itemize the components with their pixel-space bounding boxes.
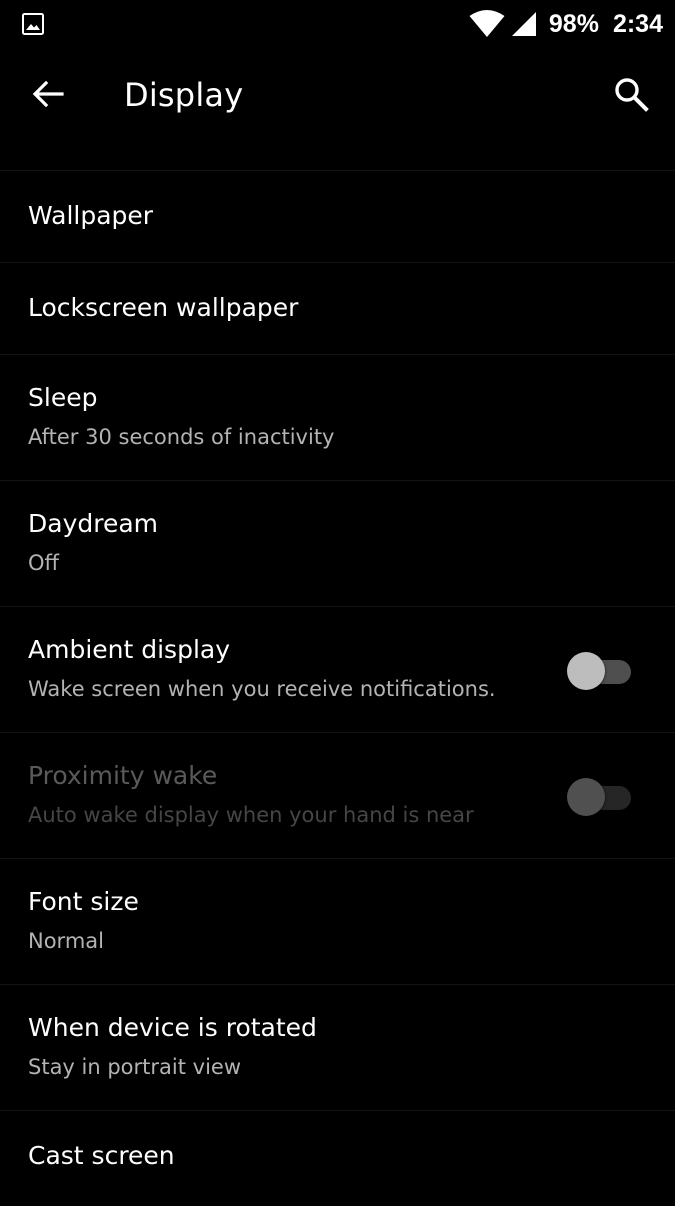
settings-list: Wallpaper Lockscreen wallpaper Sleep Aft…	[0, 170, 675, 1206]
setting-proximity-wake: Proximity wake Auto wake display when yo…	[0, 732, 675, 858]
setting-title: When device is rotated	[28, 1013, 317, 1042]
image-icon	[22, 13, 44, 35]
setting-title: Lockscreen wallpaper	[28, 293, 299, 322]
setting-summary: Normal	[28, 929, 104, 953]
setting-summary: After 30 seconds of inactivity	[28, 425, 335, 449]
setting-device-rotation[interactable]: When device is rotated Stay in portrait …	[0, 984, 675, 1110]
setting-summary: Stay in portrait view	[28, 1055, 242, 1079]
setting-summary: Wake screen when you receive notificatio…	[28, 677, 496, 701]
setting-title: Cast screen	[28, 1141, 175, 1170]
setting-title: Wallpaper	[28, 201, 154, 230]
battery-percentage: 98%	[548, 9, 599, 38]
arrow-back-icon	[32, 78, 64, 114]
setting-wallpaper[interactable]: Wallpaper	[0, 170, 675, 262]
app-bar: Display	[0, 48, 675, 144]
clock-time: 2:34	[612, 9, 663, 38]
setting-title: Ambient display	[28, 635, 231, 664]
setting-font-size[interactable]: Font size Normal	[0, 858, 675, 984]
setting-daydream[interactable]: Daydream Off	[0, 480, 675, 606]
toggle-thumb	[567, 777, 605, 816]
setting-title: Sleep	[28, 383, 98, 412]
back-button[interactable]	[20, 68, 76, 124]
toggle-thumb	[567, 651, 605, 690]
setting-cast-screen[interactable]: Cast screen	[0, 1110, 675, 1206]
page-title: Display	[124, 76, 244, 114]
setting-title: Proximity wake	[28, 761, 218, 790]
status-bar: 98% 2:34	[0, 0, 675, 48]
setting-summary: Off	[28, 551, 59, 575]
setting-summary: Auto wake display when your hand is near	[28, 803, 474, 827]
wifi-icon	[469, 10, 505, 38]
ambient-display-toggle[interactable]	[567, 651, 631, 690]
setting-lockscreen-wallpaper[interactable]: Lockscreen wallpaper	[0, 262, 675, 354]
proximity-wake-toggle	[567, 777, 631, 816]
setting-title: Font size	[28, 887, 139, 916]
setting-sleep[interactable]: Sleep After 30 seconds of inactivity	[0, 354, 675, 480]
status-indicators: 98% 2:34	[469, 8, 663, 40]
cell-signal-icon	[511, 11, 537, 37]
search-button[interactable]	[601, 66, 661, 126]
setting-title: Daydream	[28, 509, 159, 538]
setting-ambient-display[interactable]: Ambient display Wake screen when you rec…	[0, 606, 675, 732]
search-icon	[613, 76, 649, 116]
